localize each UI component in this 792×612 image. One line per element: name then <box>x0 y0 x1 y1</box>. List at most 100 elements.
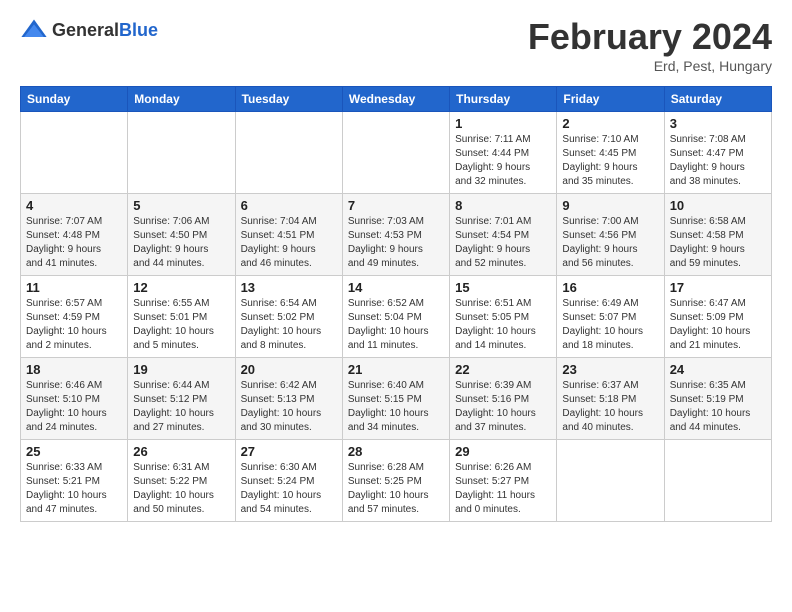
calendar-cell: 5Sunrise: 7:06 AM Sunset: 4:50 PM Daylig… <box>128 194 235 276</box>
calendar-cell: 21 Sunrise: 6:40 AM Sunset: 5:15 PM Dayli… <box>342 358 449 440</box>
day-info: Sunrise: 7:00 AM Sunset: 4:56 PM Dayligh… <box>562 215 658 271</box>
day-number: 26 <box>133 444 229 459</box>
day-of-week-header: Sunday <box>21 87 128 112</box>
calendar-week-row: 18 Sunrise: 6:46 AM Sunset: 5:10 PM Dayli… <box>21 358 772 440</box>
day-info: Sunrise: 6:28 AM Sunset: 5:25 PM Dayligh… <box>348 461 444 517</box>
calendar-cell: 3 Sunrise: 7:08 AM Sunset: 4:47 PM Daylig… <box>664 112 771 194</box>
day-info: Sunrise: 6:42 AM Sunset: 5:13 PM Dayligh… <box>241 379 337 435</box>
day-number: 22 <box>455 362 551 377</box>
calendar-cell: 7Sunrise: 7:03 AM Sunset: 4:53 PM Daylig… <box>342 194 449 276</box>
calendar-cell: 27 Sunrise: 6:30 AM Sunset: 5:24 PM Dayli… <box>235 440 342 522</box>
day-number: 29 <box>455 444 551 459</box>
day-number: 13 <box>241 280 337 295</box>
calendar-cell <box>21 112 128 194</box>
calendar-cell: 1 Sunrise: 7:11 AM Sunset: 4:44 PM Daylig… <box>450 112 557 194</box>
calendar-cell: 10 Sunrise: 6:58 AM Sunset: 4:58 PM Dayli… <box>664 194 771 276</box>
day-number: 16 <box>562 280 658 295</box>
day-info: Sunrise: 6:44 AM Sunset: 5:12 PM Dayligh… <box>133 379 229 435</box>
calendar-cell: 22 Sunrise: 6:39 AM Sunset: 5:16 PM Dayli… <box>450 358 557 440</box>
calendar-cell: 24 Sunrise: 6:35 AM Sunset: 5:19 PM Dayli… <box>664 358 771 440</box>
day-number: 10 <box>670 198 766 213</box>
day-info: Sunrise: 7:10 AM Sunset: 4:45 PM Dayligh… <box>562 133 658 189</box>
calendar-cell: 29Sunrise: 6:26 AM Sunset: 5:27 PM Dayli… <box>450 440 557 522</box>
calendar-cell: 19 Sunrise: 6:44 AM Sunset: 5:12 PM Dayli… <box>128 358 235 440</box>
day-of-week-header: Saturday <box>664 87 771 112</box>
calendar-cell: 8Sunrise: 7:01 AM Sunset: 4:54 PM Daylig… <box>450 194 557 276</box>
calendar-title: February 2024 <box>528 16 772 58</box>
calendar-cell: 14Sunrise: 6:52 AM Sunset: 5:04 PM Dayli… <box>342 276 449 358</box>
calendar-cell: 15 Sunrise: 6:51 AM Sunset: 5:05 PM Dayli… <box>450 276 557 358</box>
day-number: 19 <box>133 362 229 377</box>
day-of-week-header: Tuesday <box>235 87 342 112</box>
day-info: Sunrise: 6:30 AM Sunset: 5:24 PM Dayligh… <box>241 461 337 517</box>
day-info: Sunrise: 6:57 AM Sunset: 4:59 PM Dayligh… <box>26 297 122 353</box>
calendar-cell: 23 Sunrise: 6:37 AM Sunset: 5:18 PM Dayli… <box>557 358 664 440</box>
calendar-cell: 4Sunrise: 7:07 AM Sunset: 4:48 PM Daylig… <box>21 194 128 276</box>
day-info: Sunrise: 6:35 AM Sunset: 5:19 PM Dayligh… <box>670 379 766 435</box>
calendar-cell: 17 Sunrise: 6:47 AM Sunset: 5:09 PM Dayli… <box>664 276 771 358</box>
day-info: Sunrise: 6:55 AM Sunset: 5:01 PM Dayligh… <box>133 297 229 353</box>
day-info: Sunrise: 7:07 AM Sunset: 4:48 PM Dayligh… <box>26 215 122 271</box>
day-info: Sunrise: 6:33 AM Sunset: 5:21 PM Dayligh… <box>26 461 122 517</box>
day-info: Sunrise: 6:31 AM Sunset: 5:22 PM Dayligh… <box>133 461 229 517</box>
day-number: 18 <box>26 362 122 377</box>
page-header: GeneralBlue February 2024 Erd, Pest, Hun… <box>20 16 772 74</box>
day-of-week-header: Monday <box>128 87 235 112</box>
calendar-cell <box>557 440 664 522</box>
day-of-week-header: Thursday <box>450 87 557 112</box>
day-info: Sunrise: 7:11 AM Sunset: 4:44 PM Dayligh… <box>455 133 551 189</box>
calendar-cell: 6Sunrise: 7:04 AM Sunset: 4:51 PM Daylig… <box>235 194 342 276</box>
logo-general-text: General <box>52 20 119 40</box>
day-number: 27 <box>241 444 337 459</box>
calendar-subtitle: Erd, Pest, Hungary <box>528 58 772 74</box>
calendar-cell: 13 Sunrise: 6:54 AM Sunset: 5:02 PM Dayli… <box>235 276 342 358</box>
day-number: 6 <box>241 198 337 213</box>
day-info: Sunrise: 6:58 AM Sunset: 4:58 PM Dayligh… <box>670 215 766 271</box>
calendar-header-row: SundayMondayTuesdayWednesdayThursdayFrid… <box>21 87 772 112</box>
day-number: 24 <box>670 362 766 377</box>
day-info: Sunrise: 7:01 AM Sunset: 4:54 PM Dayligh… <box>455 215 551 271</box>
day-info: Sunrise: 6:51 AM Sunset: 5:05 PM Dayligh… <box>455 297 551 353</box>
calendar-week-row: 11 Sunrise: 6:57 AM Sunset: 4:59 PM Dayli… <box>21 276 772 358</box>
day-number: 15 <box>455 280 551 295</box>
day-number: 23 <box>562 362 658 377</box>
calendar-cell: 25 Sunrise: 6:33 AM Sunset: 5:21 PM Dayli… <box>21 440 128 522</box>
calendar-cell: 2 Sunrise: 7:10 AM Sunset: 4:45 PM Daylig… <box>557 112 664 194</box>
day-number: 7 <box>348 198 444 213</box>
day-number: 28 <box>348 444 444 459</box>
day-number: 17 <box>670 280 766 295</box>
calendar-cell: 28 Sunrise: 6:28 AM Sunset: 5:25 PM Dayli… <box>342 440 449 522</box>
calendar-table: SundayMondayTuesdayWednesdayThursdayFrid… <box>20 86 772 522</box>
day-info: Sunrise: 6:37 AM Sunset: 5:18 PM Dayligh… <box>562 379 658 435</box>
day-number: 11 <box>26 280 122 295</box>
day-info: Sunrise: 6:49 AM Sunset: 5:07 PM Dayligh… <box>562 297 658 353</box>
calendar-cell: 11 Sunrise: 6:57 AM Sunset: 4:59 PM Dayli… <box>21 276 128 358</box>
day-number: 2 <box>562 116 658 131</box>
day-number: 25 <box>26 444 122 459</box>
day-number: 12 <box>133 280 229 295</box>
calendar-week-row: 1 Sunrise: 7:11 AM Sunset: 4:44 PM Daylig… <box>21 112 772 194</box>
day-number: 21 <box>348 362 444 377</box>
calendar-cell: 16 Sunrise: 6:49 AM Sunset: 5:07 PM Dayli… <box>557 276 664 358</box>
day-number: 3 <box>670 116 766 131</box>
day-number: 14 <box>348 280 444 295</box>
day-number: 20 <box>241 362 337 377</box>
day-info: Sunrise: 7:08 AM Sunset: 4:47 PM Dayligh… <box>670 133 766 189</box>
calendar-cell <box>235 112 342 194</box>
day-info: Sunrise: 6:54 AM Sunset: 5:02 PM Dayligh… <box>241 297 337 353</box>
title-section: February 2024 Erd, Pest, Hungary <box>528 16 772 74</box>
calendar-week-row: 25 Sunrise: 6:33 AM Sunset: 5:21 PM Dayli… <box>21 440 772 522</box>
calendar-cell: 12 Sunrise: 6:55 AM Sunset: 5:01 PM Dayli… <box>128 276 235 358</box>
calendar-cell: 20 Sunrise: 6:42 AM Sunset: 5:13 PM Dayli… <box>235 358 342 440</box>
calendar-cell: 9Sunrise: 7:00 AM Sunset: 4:56 PM Daylig… <box>557 194 664 276</box>
calendar-cell <box>342 112 449 194</box>
day-info: Sunrise: 6:47 AM Sunset: 5:09 PM Dayligh… <box>670 297 766 353</box>
day-info: Sunrise: 6:40 AM Sunset: 5:15 PM Dayligh… <box>348 379 444 435</box>
logo: GeneralBlue <box>20 16 158 44</box>
logo-icon <box>20 16 48 44</box>
day-info: Sunrise: 6:39 AM Sunset: 5:16 PM Dayligh… <box>455 379 551 435</box>
day-number: 1 <box>455 116 551 131</box>
day-info: Sunrise: 6:46 AM Sunset: 5:10 PM Dayligh… <box>26 379 122 435</box>
calendar-cell: 18 Sunrise: 6:46 AM Sunset: 5:10 PM Dayli… <box>21 358 128 440</box>
day-of-week-header: Friday <box>557 87 664 112</box>
